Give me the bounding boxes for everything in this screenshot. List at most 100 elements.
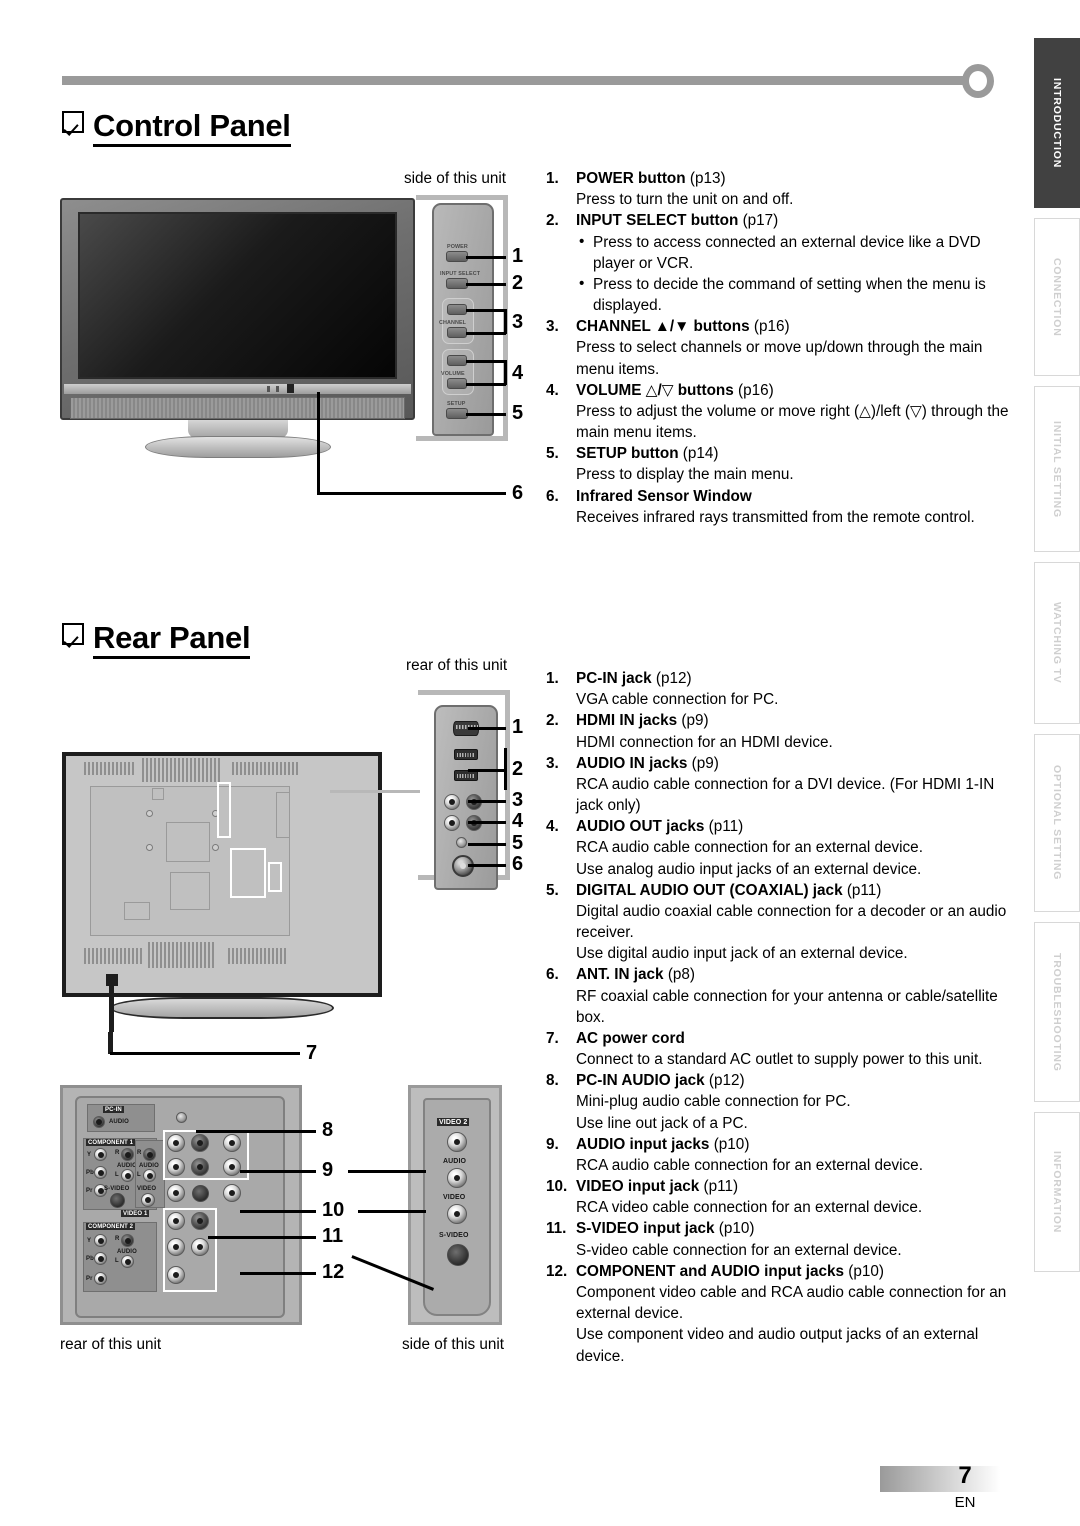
item-title: HDMI IN jacks: [576, 712, 678, 730]
item-page-ref: (p9): [691, 754, 719, 772]
item-title: AC power cord: [576, 1029, 685, 1047]
video-label: VIDEO: [137, 1186, 157, 1192]
callout-5: 5: [512, 832, 524, 854]
vent-grille: [84, 948, 142, 964]
tab-connection[interactable]: CONNECTION: [1034, 218, 1080, 376]
item-title: VOLUME △/▽ buttons: [576, 381, 734, 399]
tab-label: INITIAL SETTING: [1051, 420, 1063, 518]
input-select-button-label: INPUT SELECT: [440, 271, 481, 277]
channel-up-button[interactable]: [447, 304, 467, 315]
item-page-ref: (p13): [689, 170, 726, 187]
l-label: L: [115, 1258, 119, 1264]
power-button-label: POWER: [447, 244, 468, 250]
item-page-ref: (p10): [848, 1262, 884, 1280]
callout-7: 7: [306, 1042, 318, 1064]
y-label: Y: [87, 1238, 92, 1244]
item-bullet-list: Press to access connected an external de…: [576, 231, 1016, 317]
header-ring-icon: [962, 64, 994, 98]
tab-introduction[interactable]: INTRODUCTION: [1034, 38, 1080, 208]
language-code: EN: [954, 1494, 976, 1511]
video-label: VIDEO: [443, 1194, 466, 1201]
item-title: Infrared Sensor Window: [576, 487, 752, 505]
audio-in-left-jack: [444, 794, 460, 810]
tab-optional-setting[interactable]: OPTIONAL SETTING: [1034, 734, 1080, 912]
power-button[interactable]: [446, 251, 468, 262]
rear-sub-plate: [170, 872, 210, 910]
item-number: 2.: [546, 212, 559, 230]
leader-line: [466, 413, 506, 416]
list-item: 7. AC power cord Connect to a standard A…: [546, 1028, 1016, 1070]
item-text: RCA audio cable connection for an extern…: [576, 1156, 923, 1174]
audio-label: AUDIO: [443, 1158, 467, 1165]
pc-in-audio-label: AUDIO: [109, 1119, 129, 1125]
list-item: 9. AUDIO input jacks (p10) RCA audio cab…: [546, 1134, 1016, 1176]
callout-3: 3: [512, 311, 524, 333]
video-1-audio-r-jack: [143, 1148, 156, 1161]
control-panel-heading-text: Control Panel: [93, 108, 291, 147]
item-title: DIGITAL AUDIO OUT (COAXIAL) jack: [576, 881, 843, 899]
channel-down-button[interactable]: [447, 327, 467, 338]
list-item: 1. PC-IN jack (p12) VGA cable connection…: [546, 668, 1016, 710]
control-panel-description-list: 1. POWER button (p13) Press to turn the …: [546, 168, 1016, 528]
item-text: Mini-plug audio cable connection for PC.: [576, 1093, 851, 1111]
component-2-label: COMPONENT 2: [86, 1223, 136, 1230]
video-1-label: VIDEO 1: [121, 1210, 150, 1217]
item-text: Use digital audio input jack of an exter…: [576, 945, 908, 963]
rear-connector-bay-highlight: [217, 782, 231, 838]
item-text: RCA audio cable connection for a DVI dev…: [576, 775, 995, 815]
item-text: Press to adjust the volume or move right…: [576, 402, 1009, 442]
list-item: 4. AUDIO OUT jacks (p11) RCA audio cable…: [546, 816, 1016, 880]
indicator-led: [276, 386, 279, 392]
component-1-pb-jack: [94, 1166, 107, 1179]
rear-connector-strip: [434, 705, 498, 890]
rear-marker: [152, 788, 164, 800]
item-title: POWER button: [576, 170, 686, 187]
component-input-jack: [191, 1212, 209, 1230]
volume-down-button[interactable]: [447, 378, 467, 389]
leader-line: [504, 360, 507, 385]
item-number: 11.: [546, 1220, 567, 1238]
tv-screen: [78, 212, 397, 379]
tv-stand-base: [145, 436, 331, 458]
item-page-ref: (p16): [738, 381, 774, 399]
item-text: Use component video and audio output jac…: [576, 1326, 979, 1365]
checkbox-icon: [62, 111, 84, 133]
s-video-input-jack: [192, 1185, 209, 1202]
leader-line: [240, 1210, 316, 1213]
volume-up-button[interactable]: [447, 355, 467, 366]
component-1-y-jack: [94, 1148, 107, 1161]
item-page-ref: (p11): [846, 881, 882, 899]
r-label: R: [115, 1236, 120, 1242]
rear-sub-plate: [166, 822, 210, 862]
callout-8: 8: [322, 1119, 334, 1141]
tab-watching-tv[interactable]: WATCHING TV: [1034, 562, 1080, 724]
tab-label: INFORMATION: [1051, 1150, 1063, 1234]
tab-information[interactable]: INFORMATION: [1034, 1112, 1080, 1272]
callout-3: 3: [512, 789, 524, 811]
tv-lower-strip: [64, 384, 411, 394]
item-number: 4.: [546, 381, 559, 399]
item-number: 1.: [546, 670, 559, 687]
item-page-ref: (p14): [682, 445, 719, 463]
leader-line: [208, 1236, 316, 1239]
l-label: L: [115, 1172, 119, 1178]
setup-button[interactable]: [446, 408, 468, 419]
rear-jack-panel: PC-IN AUDIO COMPONENT 1 Y Pb Pr R AUDIO …: [60, 1085, 302, 1325]
tab-troubleshooting[interactable]: TROUBLESHOOTING: [1034, 922, 1080, 1102]
callout-11: 11: [322, 1225, 344, 1247]
tv-rear-stand: [110, 997, 334, 1019]
item-text: Connect to a standard AC outlet to suppl…: [576, 1051, 983, 1069]
s-video-label: S-VIDEO: [104, 1186, 130, 1192]
callout-12: 12: [322, 1261, 345, 1283]
r-label: R: [115, 1150, 120, 1156]
tab-initial-setting[interactable]: INITIAL SETTING: [1034, 386, 1080, 552]
item-bullet: Press to decide the command of setting w…: [576, 273, 1016, 316]
page-number: 7: [958, 1462, 972, 1489]
callout-5: 5: [512, 402, 524, 424]
rear-panel-description-list: 1. PC-IN jack (p12) VGA cable connection…: [546, 668, 1016, 1367]
component-2-audio-l-jack: [121, 1255, 134, 1268]
list-item: 2. INPUT SELECT button (p17) Press to ac…: [546, 210, 1016, 316]
leader-line: [317, 492, 506, 495]
checkbox-icon: [62, 623, 84, 645]
input-select-button[interactable]: [446, 278, 468, 289]
